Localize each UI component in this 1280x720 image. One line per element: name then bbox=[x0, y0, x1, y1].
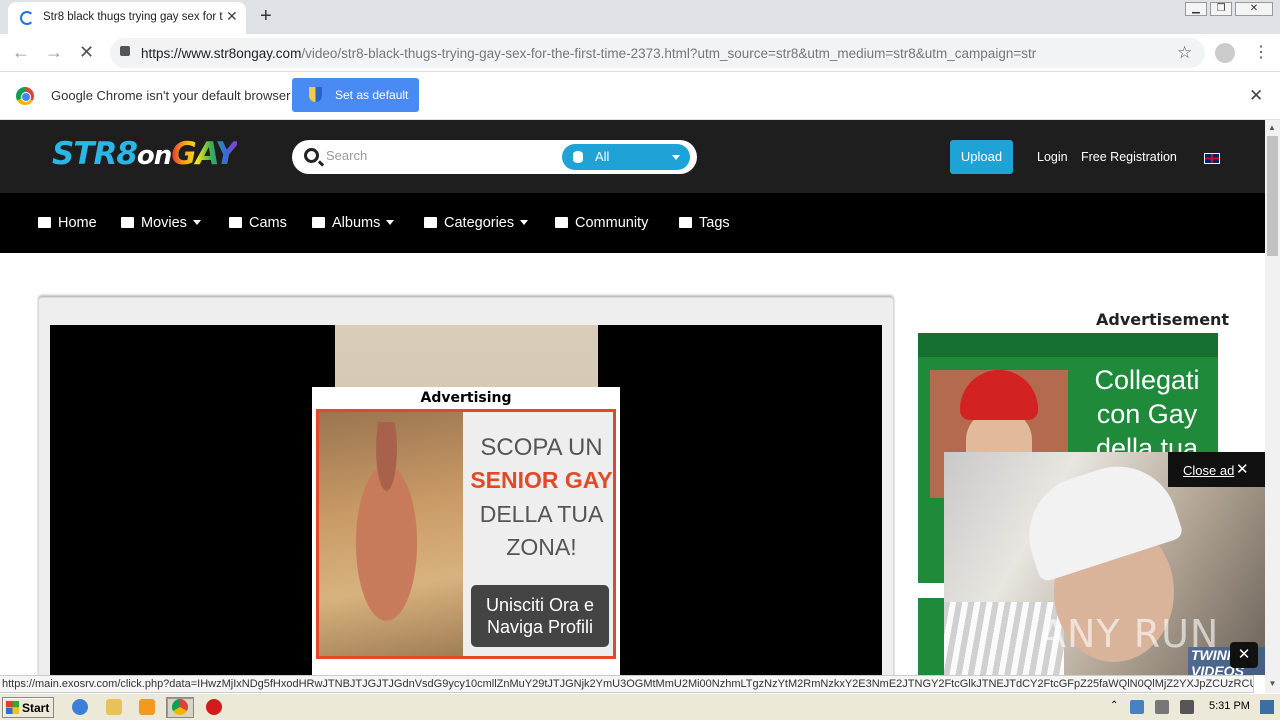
chevron-down-icon bbox=[520, 220, 529, 225]
status-bubble: https://main.exosrv.com/click.php?data=I… bbox=[0, 675, 1254, 693]
search-icon[interactable] bbox=[304, 148, 319, 163]
windows-logo-icon bbox=[6, 701, 19, 714]
taskbar-chrome-button[interactable] bbox=[166, 697, 194, 718]
sidebar-ad-text: Collegati con Gay della tua bbox=[1094, 365, 1200, 463]
page-scrollbar[interactable]: ▲ bbox=[1265, 120, 1280, 675]
site-header: STR8onGAY All Upload Login Free Registra… bbox=[0, 120, 1265, 193]
lock-icon bbox=[120, 46, 130, 56]
ad-line-2: SENIOR GAY bbox=[470, 467, 613, 493]
shield-icon bbox=[309, 87, 322, 102]
chrome-menu-icon[interactable]: ⋮ bbox=[1253, 42, 1269, 62]
main-nav: Home Movies Cams Albums Categories Commu… bbox=[0, 193, 1265, 253]
search-input[interactable] bbox=[326, 148, 546, 163]
clock: 5:31 PM bbox=[1209, 700, 1250, 712]
new-tab-icon[interactable]: + bbox=[260, 5, 272, 28]
scrollbar-thumb[interactable] bbox=[1267, 136, 1278, 256]
tray-expand-icon[interactable]: ⌃ bbox=[1110, 700, 1124, 714]
media-player-icon[interactable] bbox=[139, 699, 155, 715]
nav-community[interactable]: Community bbox=[555, 215, 648, 231]
restore-icon[interactable]: ❐ bbox=[1210, 2, 1232, 16]
bookmark-star-icon[interactable]: ☆ bbox=[1177, 43, 1192, 63]
tab-close-icon[interactable]: ✕ bbox=[226, 8, 238, 25]
url-text: https://www.str8ongay.com/video/str8-bla… bbox=[141, 46, 1037, 61]
minimize-icon[interactable]: ▁ bbox=[1185, 2, 1207, 16]
folder-icon[interactable] bbox=[106, 699, 122, 715]
start-label: Start bbox=[22, 701, 50, 715]
infobar-message: Google Chrome isn't your default browser bbox=[51, 88, 291, 103]
tab-strip: Str8 black thugs trying gay sex for the … bbox=[0, 0, 1280, 34]
volume-icon[interactable] bbox=[1155, 700, 1169, 714]
chevron-down-icon bbox=[672, 155, 680, 160]
scroll-down-icon[interactable]: ▼ bbox=[1265, 675, 1280, 693]
set-as-default-button[interactable]: Set as default bbox=[292, 78, 419, 112]
chevron-down-icon bbox=[386, 220, 395, 225]
chrome-logo-icon bbox=[16, 87, 34, 105]
home-icon bbox=[38, 217, 51, 228]
network-icon[interactable] bbox=[1130, 700, 1144, 714]
browser-toolbar: ← → ✕ https://www.str8ongay.com/video/st… bbox=[0, 34, 1280, 72]
nav-home[interactable]: Home bbox=[38, 215, 97, 231]
tags-icon bbox=[679, 217, 692, 228]
close-ad-label: Close ad bbox=[1183, 463, 1235, 478]
nav-categories[interactable]: Categories bbox=[424, 215, 529, 231]
advertising-heading: Advertising bbox=[420, 390, 512, 406]
ad-line-4: ZONA! bbox=[506, 534, 577, 560]
uk-flag-icon[interactable] bbox=[1204, 153, 1220, 164]
mute-icon[interactable]: ✕ bbox=[1230, 642, 1258, 668]
ad-photo bbox=[319, 412, 463, 656]
login-link[interactable]: Login bbox=[1037, 150, 1068, 164]
forward-icon[interactable]: → bbox=[45, 42, 63, 63]
flag-tray-icon[interactable] bbox=[1180, 700, 1194, 714]
ad-cta-button[interactable]: Unisciti Ora e Naviga Profili bbox=[471, 585, 609, 647]
database-icon bbox=[573, 151, 583, 163]
ad-line-3: DELLA TUA bbox=[479, 501, 604, 527]
loading-spinner-icon bbox=[20, 11, 34, 25]
site-logo[interactable]: STR8onGAY bbox=[52, 136, 238, 172]
close-icon: ✕ bbox=[1236, 461, 1249, 478]
search-category-value: All bbox=[595, 149, 610, 164]
upload-button[interactable]: Upload bbox=[950, 140, 1013, 174]
back-icon[interactable]: ← bbox=[12, 42, 30, 63]
video-camera-icon bbox=[229, 217, 242, 228]
ad-line-1: SCOPA UN bbox=[480, 434, 603, 461]
ie-icon[interactable] bbox=[72, 699, 88, 715]
browser-tab[interactable]: Str8 black thugs trying gay sex for the … bbox=[8, 2, 246, 34]
stop-icon[interactable]: ✕ bbox=[79, 42, 94, 63]
nav-cams[interactable]: Cams bbox=[229, 215, 287, 231]
chrome-icon bbox=[172, 699, 188, 715]
infobar-close-icon[interactable]: ✕ bbox=[1249, 86, 1263, 106]
camera-icon bbox=[312, 217, 325, 228]
close-ad-button[interactable]: Close ad ✕ bbox=[1168, 452, 1265, 487]
search-category-dropdown[interactable]: All bbox=[562, 144, 690, 170]
free-registration-link[interactable]: Free Registration bbox=[1081, 150, 1177, 164]
nav-tags[interactable]: Tags bbox=[679, 215, 730, 231]
address-bar[interactable]: https://www.str8ongay.com/video/str8-bla… bbox=[110, 38, 1205, 68]
opera-icon[interactable] bbox=[206, 699, 222, 715]
window-close-icon[interactable]: ✕ bbox=[1235, 2, 1273, 16]
windows-taskbar: Start ⌃ 5:31 PM bbox=[0, 693, 1280, 720]
search-bar: All bbox=[292, 140, 697, 174]
start-button[interactable]: Start bbox=[2, 697, 54, 718]
set-as-default-label: Set as default bbox=[335, 88, 409, 102]
nav-movies[interactable]: Movies bbox=[121, 215, 201, 231]
list-icon bbox=[424, 217, 437, 228]
tab-title: Str8 black thugs trying gay sex for the … bbox=[43, 11, 223, 23]
profile-avatar-icon[interactable] bbox=[1215, 43, 1235, 63]
video-camera-icon bbox=[121, 217, 134, 228]
show-desktop-icon[interactable] bbox=[1260, 700, 1274, 714]
users-icon bbox=[555, 217, 568, 228]
senior-gay-ad-banner[interactable]: SCOPA UN SENIOR GAY DELLA TUA ZONA! Unis… bbox=[316, 409, 616, 659]
nav-albums[interactable]: Albums bbox=[312, 215, 395, 231]
advertisement-label: Advertisement bbox=[1096, 310, 1230, 329]
chevron-down-icon bbox=[192, 220, 201, 225]
scroll-up-icon[interactable]: ▲ bbox=[1268, 123, 1276, 132]
default-browser-infobar: Google Chrome isn't your default browser… bbox=[0, 72, 1280, 120]
